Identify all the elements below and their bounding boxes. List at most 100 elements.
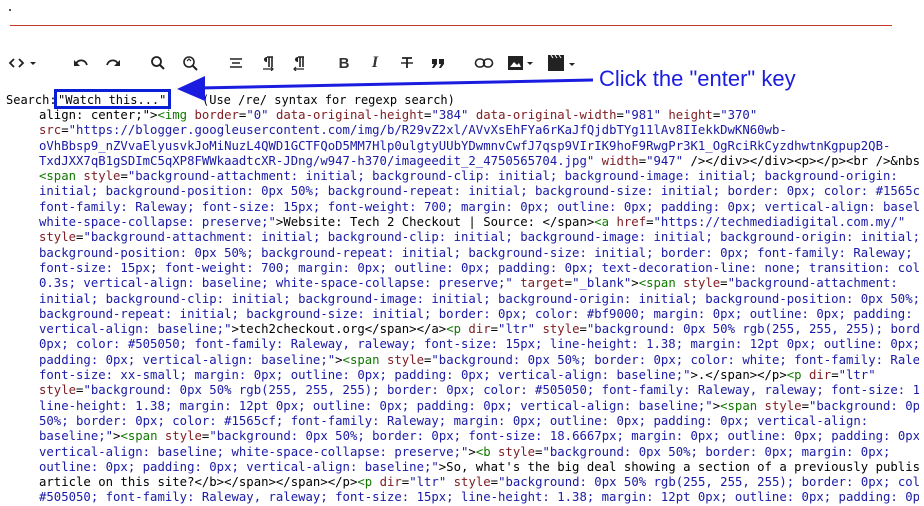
code-token: dir	[372, 475, 402, 490]
code-token: initial; background-position: 0px 50%; b…	[39, 184, 919, 199]
code-token: width	[594, 153, 639, 168]
code-line: white-space-collapse: preserve;">Website…	[39, 215, 919, 230]
code-line: 50%; border: 0px; color: #1565cf; font-f…	[39, 414, 919, 429]
annotation-arrow	[177, 76, 594, 101]
code-line: 0px; color: #505050; font-family: Ralewa…	[39, 337, 919, 352]
code-token: <b	[475, 444, 491, 459]
code-token: <span	[720, 398, 758, 413]
code-token: style	[157, 429, 202, 444]
code-line: oVhBbsp9_nZVvaElyusvkJoMiNuzL4QWD1GCTFQo…	[39, 139, 919, 154]
code-line: initial; background-clip: initial; backg…	[39, 292, 919, 307]
code-token: =	[120, 169, 128, 184]
code-line: vertical-align: baseline; white-space-co…	[39, 445, 919, 460]
code-line: align: center;"><img border = "0" data-ori…	[39, 108, 919, 123]
code-line: line-height: 1.38; margin: 12pt 0px; out…	[39, 399, 919, 414]
code-token: >.</span></p>	[690, 368, 787, 383]
code-line: background-repeat: initial; background-s…	[39, 307, 919, 322]
code-token: style	[76, 169, 121, 184]
search-bar: Search: "Watch this..." (Use /re/ syntax…	[6, 89, 455, 109]
annotation-text: Click the "enter" key	[599, 66, 796, 91]
code-view-icon[interactable]	[6, 50, 40, 76]
code-token: initial; background-clip: initial; backg…	[39, 291, 919, 306]
code-token: baseline;"	[39, 429, 114, 444]
code-token: <p	[786, 368, 802, 383]
code-token: vertical-align: baseline;"	[39, 322, 232, 337]
code-token: <span	[39, 169, 77, 184]
code-line: article on this site?</b></span></span><…	[39, 475, 919, 490]
code-token: background-position: 0px 50%; background…	[39, 245, 913, 260]
code-token: >Website: Tech 2 Checkout | Source: </sp…	[275, 215, 595, 230]
code-token: outline: 0px; padding: 0px; vertical-ali…	[39, 459, 439, 474]
code-token: line-height: 1.38; margin: 12pt 0px; out…	[39, 398, 713, 413]
code-token: style	[675, 276, 721, 291]
code-token: "ltr"	[838, 368, 876, 383]
code-line: font-size: xx-small; margin: 0px; outlin…	[39, 368, 919, 383]
code-token: dir	[461, 322, 491, 337]
code-token: style	[446, 475, 491, 490]
code-token: >	[335, 352, 343, 367]
code-token: font-size: 15px; font-weight: 700; margi…	[39, 260, 919, 275]
code-token: background-repeat: initial; background-s…	[39, 306, 919, 321]
code-token: "ltr"	[409, 475, 447, 490]
code-token: font-family: Raleway; font-size: 15px; f…	[39, 199, 919, 214]
code-token: style	[490, 444, 536, 459]
code-token: =	[720, 276, 728, 291]
code-token: >tech2checkout.org</span></a>	[231, 322, 447, 337]
code-token: >	[468, 444, 476, 459]
code-token: 0px; color: #505050; font-family: Ralewa…	[39, 337, 919, 352]
code-token: "https://techmediadigital.com.my/"	[653, 215, 906, 230]
code-token: font-size: xx-small; margin: 0px; outlin…	[39, 368, 691, 383]
code-token: vertical-align: baseline; white-space-co…	[39, 444, 469, 459]
code-token: 0.3s; vertical-align: baseline; white-sp…	[39, 276, 513, 291]
code-token: height	[660, 108, 713, 122]
code-token: "background-attachment:	[727, 276, 898, 291]
search-input[interactable]: "Watch this..."	[58, 93, 168, 107]
code-token: =	[638, 153, 647, 168]
code-token: "https://blogger.googleusercontent.com/i…	[68, 123, 787, 138]
redo-icon[interactable]	[102, 50, 124, 76]
code-token: "background-attachment: initial; backgro…	[83, 230, 919, 245]
code-token: "981"	[623, 108, 661, 122]
undo-icon[interactable]	[70, 50, 92, 76]
code-token: <span	[120, 429, 158, 444]
code-token: "background: 0px	[808, 398, 919, 413]
code-token: src	[39, 123, 62, 138]
code-token: "background: 0px 50% rgb(255, 255, 255);…	[498, 475, 919, 490]
code-token: style	[39, 383, 77, 398]
code-token: <span	[342, 352, 380, 367]
code-token: TxdJXX7qB1gSDImC5qXP8FWWkaadtcXR-JDng/w9…	[39, 153, 595, 168]
code-token: oVhBbsp9_nZVvaElyusvkJoMiNuzL4QWD1GCTFQo…	[39, 138, 891, 153]
code-token: target	[512, 276, 565, 291]
code-token: <p	[357, 475, 373, 490]
code-token: =	[616, 108, 624, 122]
code-token: =	[61, 123, 69, 138]
code-token: "background: 0px 50%; border: 0px; font-…	[209, 429, 919, 444]
code-token: <img	[157, 108, 188, 122]
code-token: >	[631, 276, 639, 291]
code-line: outline: 0px; padding: 0px; vertical-ali…	[39, 460, 919, 475]
code-token: "background: 0px 50%; border: 0px; margi…	[542, 444, 891, 459]
code-line: vertical-align: baseline;">tech2checkout…	[39, 322, 919, 337]
code-token: "background: 0px 50% rgb(255, 255, 255);…	[586, 322, 919, 337]
code-token: white-space-collapse: preserve;"	[39, 215, 276, 230]
code-token: =	[646, 215, 654, 230]
code-token: =	[490, 475, 499, 490]
code-line: background-position: 0px 50%; background…	[39, 246, 919, 261]
code-line: font-size: 15px; font-weight: 700; margi…	[39, 261, 919, 276]
code-token: =	[490, 322, 499, 337]
search-icon[interactable]	[147, 50, 169, 76]
code-line: style="background-attachment: initial; b…	[39, 230, 919, 245]
code-token: style	[39, 230, 77, 245]
code-line: baseline;"><span style="background: 0px …	[39, 429, 919, 444]
html-source-editor[interactable]: align: center;"><img border = "0" data-ori…	[39, 108, 919, 506]
code-token: >	[712, 398, 721, 413]
code-token: <p	[446, 322, 462, 337]
page-dot	[9, 9, 11, 11]
code-line: initial; background-position: 0px 50%; b…	[39, 184, 919, 199]
code-token: =	[564, 276, 573, 291]
code-token: =	[579, 322, 587, 337]
code-token: "_blank"	[572, 276, 632, 291]
code-line: style="background: 0px 50% rgb(255, 255,…	[39, 383, 919, 398]
code-token: <a	[594, 215, 610, 230]
code-token: <span	[638, 276, 676, 291]
